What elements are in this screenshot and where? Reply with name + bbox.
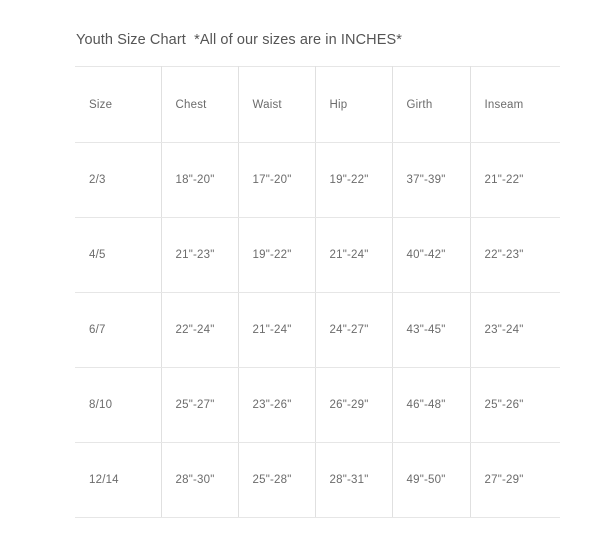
table-row: 4/5 21"-23" 19"-22" 21"-24" 40"-42" 22"-… (75, 217, 560, 293)
table-row: 8/10 25"-27" 23"-26" 26"-29" 46"-48" 25"… (75, 367, 560, 443)
column-header-size: Size (75, 66, 162, 143)
cell-waist: 23"-26" (238, 367, 316, 443)
column-header-girth: Girth (392, 66, 471, 143)
cell-inseam: 21"-22" (470, 142, 560, 218)
cell-inseam: 23"-24" (470, 292, 560, 368)
cell-waist: 21"-24" (238, 292, 316, 368)
cell-hip: 21"-24" (315, 217, 393, 293)
page-title: Youth Size Chart *All of our sizes are i… (76, 32, 403, 48)
table-row: 12/14 28"-30" 25"-28" 28"-31" 49"-50" 27… (75, 442, 560, 518)
cell-size: 6/7 (75, 292, 162, 368)
table-row: 2/3 18"-20" 17"-20" 19"-22" 37"-39" 21"-… (75, 142, 560, 218)
cell-girth: 43"-45" (392, 292, 471, 368)
cell-inseam: 27"-29" (470, 442, 560, 518)
cell-chest: 21"-23" (161, 217, 239, 293)
cell-hip: 19"-22" (315, 142, 393, 218)
column-header-waist: Waist (238, 66, 316, 143)
cell-girth: 37"-39" (392, 142, 471, 218)
cell-size: 12/14 (75, 442, 162, 518)
table-body: 2/3 18"-20" 17"-20" 19"-22" 37"-39" 21"-… (75, 142, 560, 518)
cell-hip: 26"-29" (315, 367, 393, 443)
cell-inseam: 22"-23" (470, 217, 560, 293)
cell-inseam: 25"-26" (470, 367, 560, 443)
cell-girth: 40"-42" (392, 217, 471, 293)
cell-size: 4/5 (75, 217, 162, 293)
table-header: Size Chest Waist Hip Girth Inseam (75, 66, 560, 143)
table-header-row: Size Chest Waist Hip Girth Inseam (75, 66, 560, 143)
column-header-inseam: Inseam (470, 66, 560, 143)
youth-size-chart-table: Size Chest Waist Hip Girth Inseam 2/3 18… (75, 66, 560, 518)
cell-girth: 49"-50" (392, 442, 471, 518)
table-row: 6/7 22"-24" 21"-24" 24"-27" 43"-45" 23"-… (75, 292, 560, 368)
cell-chest: 22"-24" (161, 292, 239, 368)
cell-waist: 25"-28" (238, 442, 316, 518)
column-header-hip: Hip (315, 66, 393, 143)
cell-girth: 46"-48" (392, 367, 471, 443)
column-header-chest: Chest (161, 66, 239, 143)
cell-chest: 25"-27" (161, 367, 239, 443)
cell-hip: 28"-31" (315, 442, 393, 518)
size-chart-page: Youth Size Chart *All of our sizes are i… (0, 0, 600, 545)
cell-waist: 17"-20" (238, 142, 316, 218)
cell-hip: 24"-27" (315, 292, 393, 368)
cell-size: 8/10 (75, 367, 162, 443)
cell-size: 2/3 (75, 142, 162, 218)
cell-chest: 28"-30" (161, 442, 239, 518)
cell-chest: 18"-20" (161, 142, 239, 218)
cell-waist: 19"-22" (238, 217, 316, 293)
